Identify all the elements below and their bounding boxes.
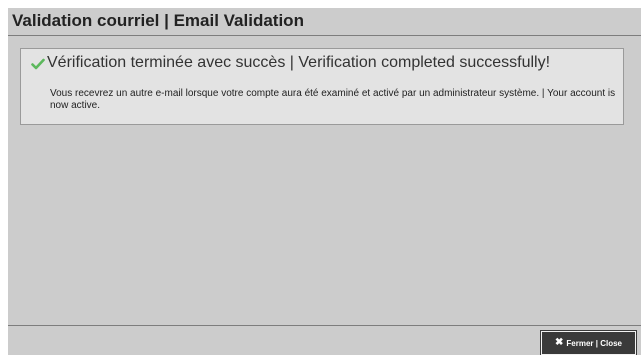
close-icon: ✖ [555, 337, 564, 348]
success-message-box: Vérification terminée avec succès | Veri… [20, 48, 624, 125]
dialog-title-bar: Validation courriel | Email Validation [8, 8, 641, 36]
message-heading: Vérification terminée avec succès | Veri… [47, 54, 551, 71]
dialog-footer: ✖ Fermer | Close [8, 325, 641, 355]
message-body: Vous recevrez un autre e-mail lorsque vo… [50, 88, 616, 111]
close-button[interactable]: ✖ Fermer | Close [541, 331, 636, 355]
close-button-label: Fermer | Close [566, 338, 622, 348]
checkmark-icon [31, 58, 45, 70]
dialog-title: Validation courriel | Email Validation [12, 11, 304, 30]
email-validation-dialog: Validation courriel | Email Validation V… [8, 8, 641, 355]
